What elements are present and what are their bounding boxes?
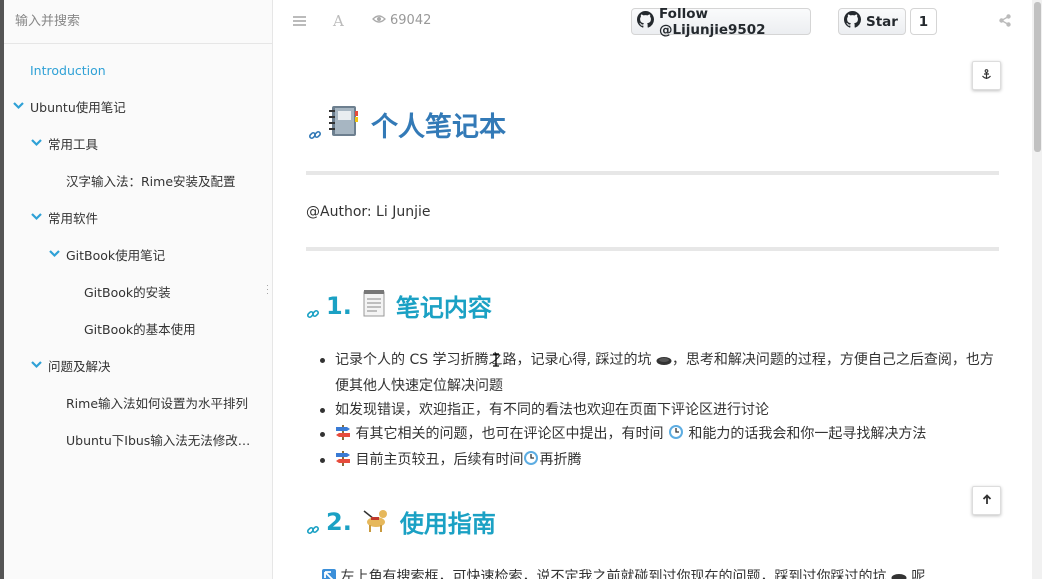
section-title: 使用指南 <box>399 510 496 538</box>
guide-text: 左上角有搜索框，可快速检索，说不定我之前就碰到过你现在的问题，踩到过你踩过的坑 <box>336 569 891 579</box>
sidebar-item-gitbook-install[interactable]: GitBook的安装 <box>84 281 171 301</box>
clock-emoji <box>523 450 539 474</box>
signpost-emoji <box>335 450 351 474</box>
scrollbar-thumb[interactable] <box>1034 2 1041 152</box>
sidebar-item-ibus-issue[interactable]: Ubuntu下Ibus输入法无法修改… <box>66 429 250 449</box>
sidebar-item-ubuntu-notes[interactable]: Ubuntu使用笔记 <box>13 96 126 116</box>
view-count: 69042 <box>390 13 432 28</box>
star-label: Star <box>866 13 898 30</box>
sidebar-item-introduction[interactable]: Introduction <box>30 60 106 80</box>
sidebar-item-label: GitBook使用笔记 <box>66 247 166 263</box>
guide-dog-emoji <box>362 505 390 539</box>
share-icon[interactable] <box>999 14 1011 32</box>
list-item-text: 有其它相关的问题，也可在评论区中提出，有时间 <box>351 426 668 442</box>
font-icon[interactable]: A <box>333 12 344 30</box>
sidebar-item-label: 问题及解决 <box>48 358 111 374</box>
sidebar-item-problems-solutions[interactable]: 问题及解决 <box>31 355 111 375</box>
text-cursor-icon <box>492 353 500 367</box>
notepad-emoji <box>362 289 386 323</box>
eye-icon <box>372 13 386 28</box>
anchor-button[interactable] <box>972 61 1001 90</box>
sidebar-item-label: GitBook的基本使用 <box>84 321 196 337</box>
list-item: 记录个人的 CS 学习折腾之路，记录心得, 踩过的坑 ，思考和解决问题的过程，方… <box>318 348 998 398</box>
sidebar-item-label: GitBook的安装 <box>84 284 171 300</box>
chevron-down-icon[interactable] <box>31 137 42 148</box>
sidebar-item-rime-horizontal[interactable]: Rime输入法如何设置为水平排列 <box>66 392 248 412</box>
chevron-down-icon[interactable] <box>13 100 24 111</box>
search-bar <box>4 0 272 44</box>
chevron-down-icon[interactable] <box>49 248 60 259</box>
hole-emoji <box>656 350 672 374</box>
sidebar-item-label: Ubuntu下Ibus输入法无法修改… <box>66 432 251 448</box>
sidebar-item-label: 常用软件 <box>48 210 99 226</box>
section-heading-guide: 2. 使用指南 <box>306 504 496 539</box>
sidebar-item-gitbook-basic-usage[interactable]: GitBook的基本使用 <box>84 318 196 338</box>
list-item-text: 再折腾 <box>539 452 582 468</box>
sidebar-item-label: 常用工具 <box>48 136 99 152</box>
author-line: @Author: Li Junjie <box>306 204 431 220</box>
sidebar-item-label: Ubuntu使用笔记 <box>30 99 126 115</box>
anchor-icon <box>981 68 992 83</box>
sidebar-item-label: Rime输入法如何设置为水平排列 <box>66 395 249 411</box>
list-icon[interactable] <box>293 13 307 34</box>
list-item-text: 和能力的话我会和你一起寻找解决方法 <box>683 426 927 442</box>
scroll-top-button[interactable] <box>972 486 1001 515</box>
guide-text: 呢 <box>906 569 926 579</box>
star-count[interactable]: 1 <box>910 8 937 35</box>
chevron-down-icon[interactable] <box>31 359 42 370</box>
github-icon <box>844 11 861 32</box>
notes-list: 记录个人的 CS 学习折腾之路，记录心得, 踩过的坑 ，思考和解决问题的过程，方… <box>318 348 998 474</box>
follow-label: Follow @Lijunjie9502 <box>659 5 766 38</box>
section-number: 1. <box>326 291 352 320</box>
link-icon[interactable] <box>306 515 320 534</box>
arrow-up-icon <box>982 493 992 508</box>
signpost-emoji <box>335 424 351 448</box>
divider <box>306 247 999 251</box>
list-item-text: 目前主页较丑，后续有时间 <box>351 452 524 468</box>
list-item: 目前主页较丑，后续有时间 再折腾 <box>318 448 998 474</box>
page-title-text: 个人笔记本 <box>371 112 506 143</box>
page-title: 个人笔记本 <box>308 105 506 144</box>
list-item-text: 如发现错误，欢迎指正，有不同的看法也欢迎在页面下评论区进行讨论 <box>335 402 769 418</box>
page-content: 个人笔记本 @Author: Li Junjie 1. 笔记内容 记录个人的 C… <box>273 44 1032 579</box>
clock-emoji <box>668 424 684 448</box>
divider <box>306 171 999 175</box>
chevron-down-icon[interactable] <box>31 211 42 222</box>
list-item: 如发现错误，欢迎指正，有不同的看法也欢迎在页面下评论区进行讨论 <box>318 398 998 422</box>
github-icon <box>637 11 654 32</box>
guide-line: 左上角有搜索框，可快速检索，说不定我之前就碰到过你现在的问题，踩到过你踩过的坑 … <box>322 566 982 579</box>
github-star-button[interactable]: Star <box>838 8 906 35</box>
sidebar-item-rime-install[interactable]: 汉字输入法：Rime安装及配置 <box>66 170 236 190</box>
sidebar-resize-handle[interactable]: · · · <box>266 281 269 298</box>
notebook-emoji <box>328 105 359 144</box>
sidebar-item-label: Introduction <box>30 62 106 78</box>
github-follow-button[interactable]: Follow @Lijunjie9502 <box>631 5 811 38</box>
star-count-value: 1 <box>918 13 929 30</box>
link-icon[interactable] <box>306 299 320 318</box>
sidebar-item-common-tools[interactable]: 常用工具 <box>31 133 99 153</box>
list-item: 有其它相关的问题，也可在评论区中提出，有时间 和能力的话我会和你一起寻找解决方法 <box>318 422 998 448</box>
view-counter: 69042 <box>372 13 431 28</box>
sidebar-item-common-software[interactable]: 常用软件 <box>31 207 99 227</box>
hole-emoji <box>891 571 907 579</box>
arrow-upper-left-emoji <box>322 569 336 579</box>
section-heading-notes: 1. 笔记内容 <box>306 288 492 323</box>
section-title: 笔记内容 <box>395 294 492 322</box>
link-icon[interactable] <box>308 118 322 139</box>
sidebar-item-gitbook-notes[interactable]: GitBook使用笔记 <box>49 244 166 264</box>
sidebar-item-label: 汉字输入法：Rime安装及配置 <box>66 173 236 189</box>
sidebar: Introduction Ubuntu使用笔记 常用工具 汉字输入法：Rime安… <box>0 0 273 579</box>
search-input[interactable] <box>15 14 255 29</box>
section-number: 2. <box>326 507 352 536</box>
